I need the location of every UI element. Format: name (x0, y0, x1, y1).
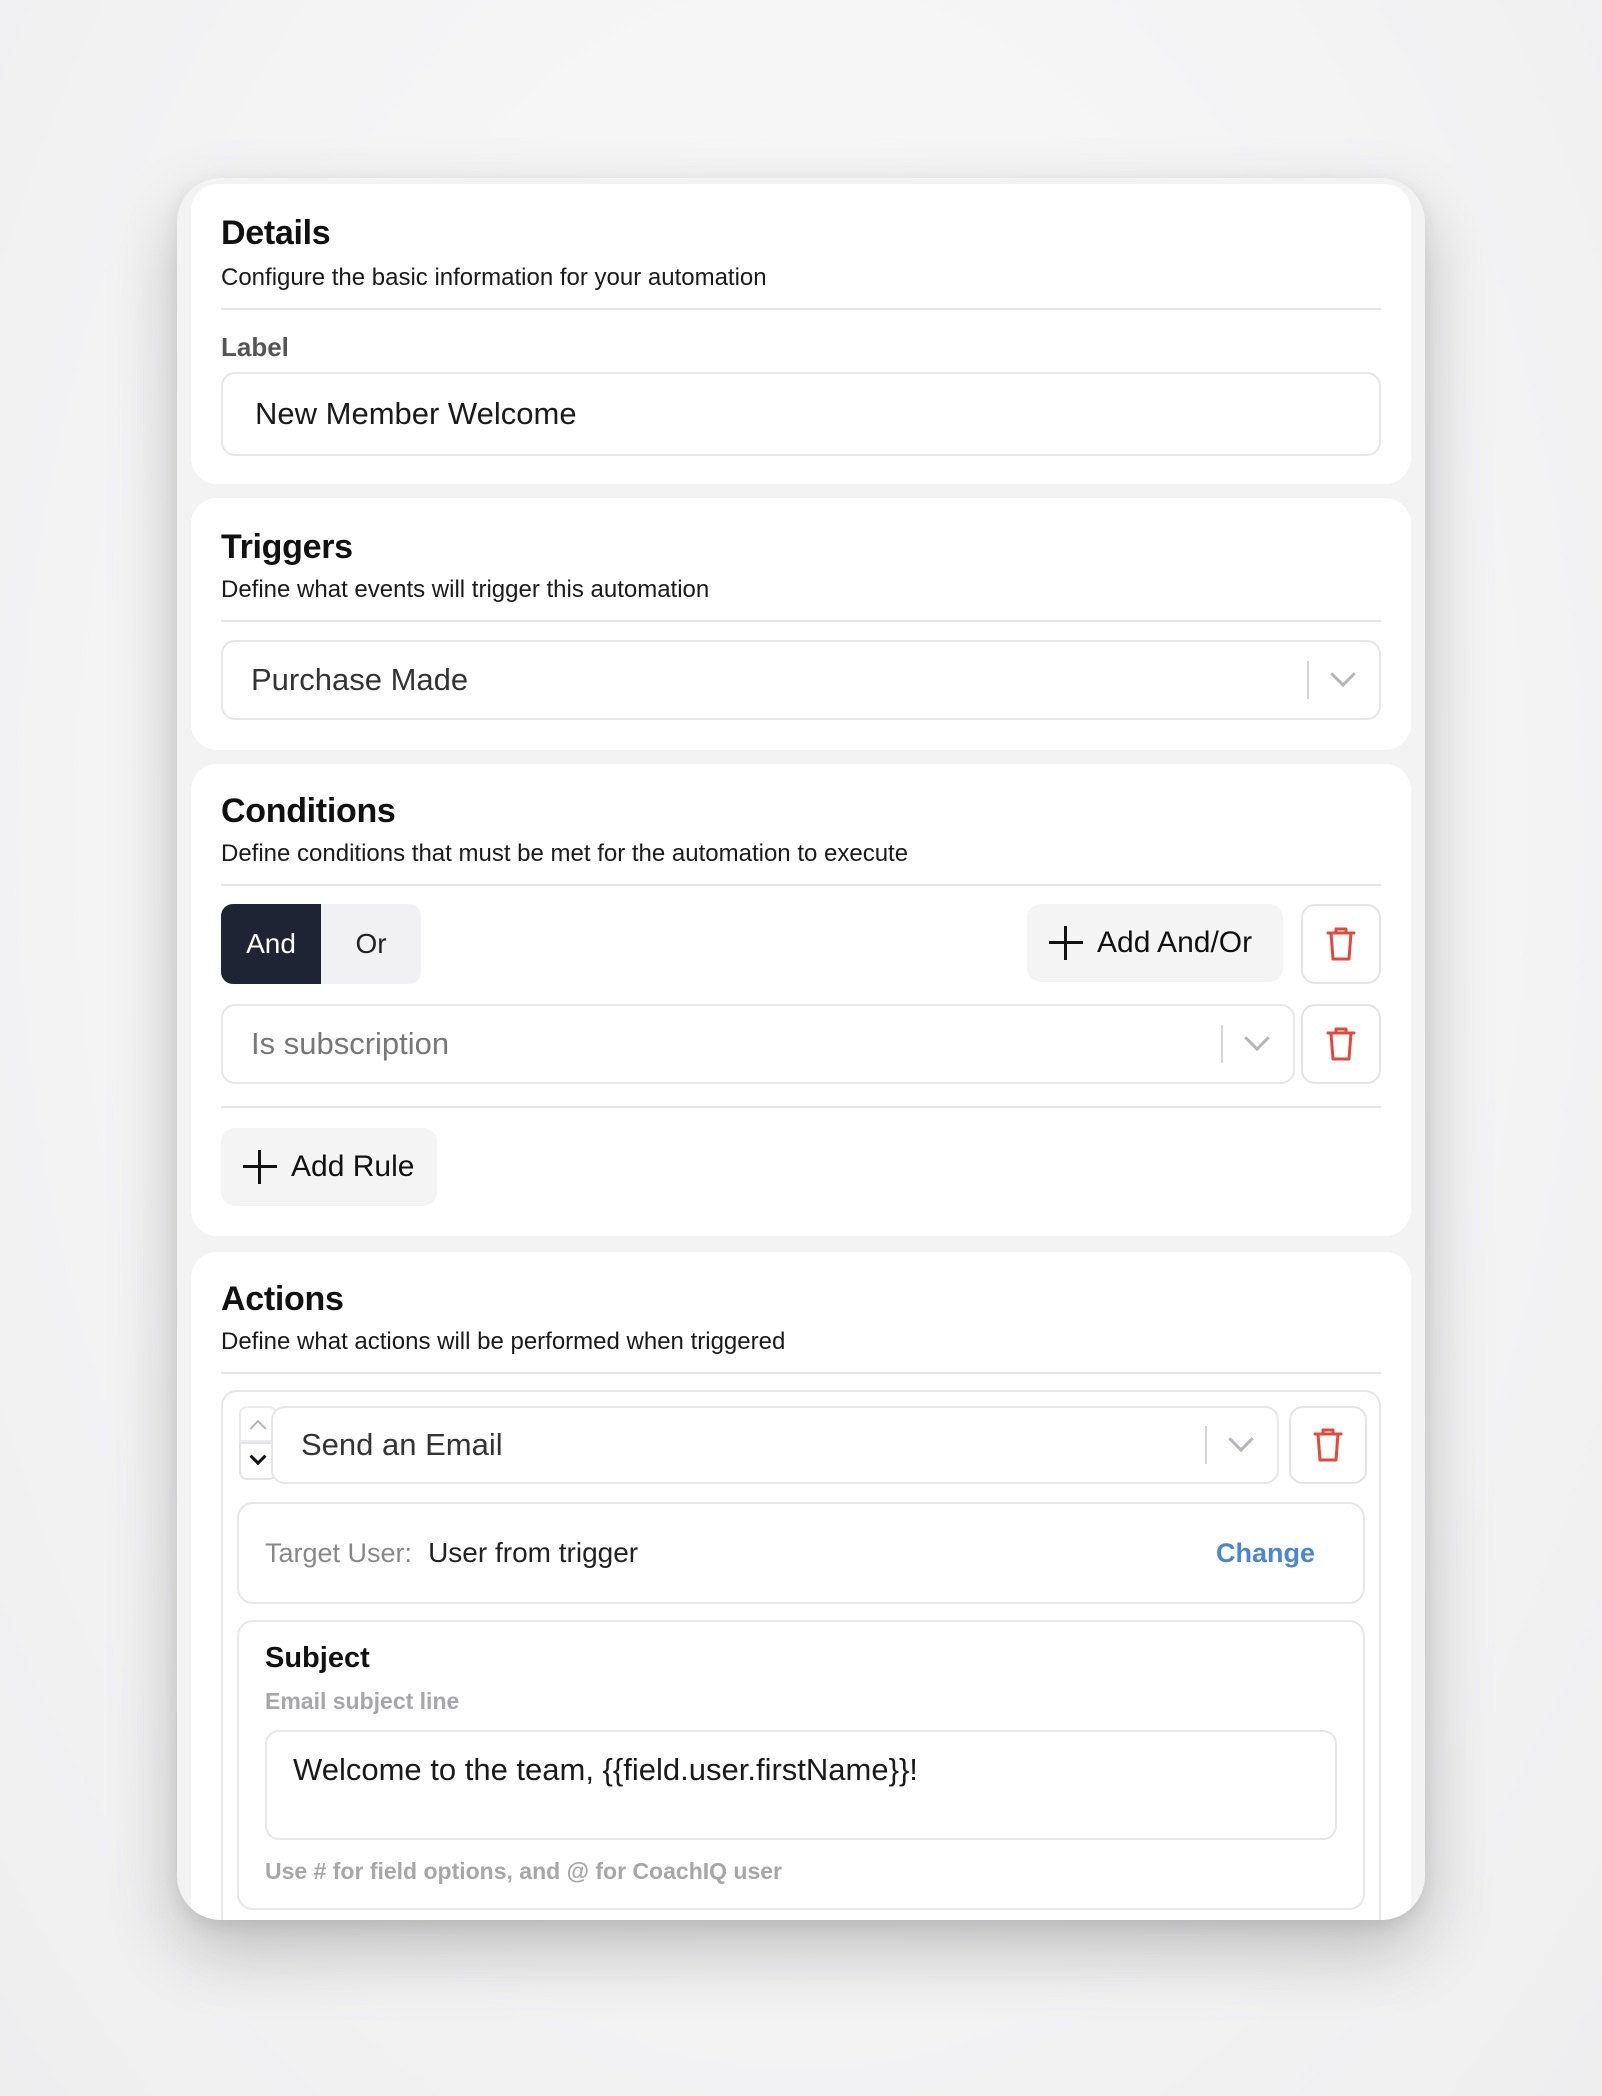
chevron-down-icon (1244, 1025, 1270, 1052)
details-title: Details (221, 214, 331, 252)
logic-and-button[interactable]: And (221, 904, 321, 984)
details-card: Details Configure the basic information … (191, 184, 1411, 484)
logic-toggle: And Or (221, 904, 421, 984)
automation-editor-panel: Details Configure the basic information … (177, 178, 1425, 1920)
add-rule-button[interactable]: Add Rule (221, 1128, 437, 1206)
triggers-divider (221, 620, 1381, 622)
triggers-subtitle: Define what events will trigger this aut… (221, 576, 710, 603)
action-type-select[interactable]: Send an Email (271, 1406, 1279, 1484)
delete-group-button[interactable] (1301, 904, 1381, 984)
label-input-value: New Member Welcome (255, 396, 577, 431)
action-type-value: Send an Email (301, 1427, 503, 1462)
conditions-title: Conditions (221, 792, 396, 830)
rule-select-chevron[interactable] (1221, 1006, 1293, 1082)
delete-rule-button[interactable] (1301, 1004, 1381, 1084)
trigger-select-value: Purchase Made (251, 662, 469, 697)
trash-icon (1326, 1027, 1356, 1061)
action-select-chevron[interactable] (1205, 1408, 1277, 1482)
add-and-or-button[interactable]: Add And/Or (1027, 904, 1283, 982)
label-caption: Label (221, 332, 289, 362)
label-input[interactable]: New Member Welcome (221, 372, 1381, 456)
subject-title: Subject (265, 1642, 370, 1674)
chevron-down-icon (249, 1448, 267, 1466)
target-user-box: Target User: User from trigger Change (237, 1502, 1365, 1604)
plus-icon (243, 1150, 277, 1184)
actions-divider (221, 1372, 1381, 1374)
details-subtitle: Configure the basic information for your… (221, 264, 767, 291)
conditions-card: Conditions Define conditions that must b… (191, 764, 1411, 1236)
plus-icon (1049, 926, 1083, 960)
conditions-divider (221, 884, 1381, 886)
actions-card: Actions Define what actions will be perf… (191, 1252, 1411, 1920)
conditions-subtitle: Define conditions that must be met for t… (221, 840, 909, 867)
rule-select-placeholder: Is subscription (251, 1026, 450, 1061)
subject-box: Subject Email subject line Welcome to th… (237, 1620, 1365, 1910)
triggers-title: Triggers (221, 528, 353, 566)
target-user-value: User from trigger (428, 1537, 639, 1568)
change-target-link[interactable]: Change (1216, 1538, 1315, 1569)
trigger-select[interactable]: Purchase Made (221, 640, 1381, 720)
target-user-label: Target User: (265, 1537, 413, 1568)
chevron-up-icon (249, 1419, 267, 1437)
add-and-or-label: Add And/Or (1097, 926, 1253, 959)
trash-icon (1326, 927, 1356, 961)
delete-action-button[interactable] (1289, 1406, 1367, 1484)
chevron-down-icon (1228, 1426, 1254, 1453)
trigger-select-chevron[interactable] (1307, 642, 1379, 718)
conditions-rule-divider (221, 1106, 1381, 1108)
subject-subtitle: Email subject line (265, 1688, 460, 1714)
add-rule-label: Add Rule (291, 1150, 415, 1183)
actions-title: Actions (221, 1280, 344, 1318)
chevron-down-icon (1330, 661, 1356, 688)
action-item: Send an Email Target User: User from tri… (221, 1390, 1381, 1920)
subject-hint: Use # for field options, and @ for Coach… (265, 1858, 782, 1884)
rule-select[interactable]: Is subscription (221, 1004, 1295, 1084)
triggers-card: Triggers Define what events will trigger… (191, 498, 1411, 750)
actions-subtitle: Define what actions will be performed wh… (221, 1328, 786, 1355)
subject-input[interactable]: Welcome to the team, {{field.user.firstN… (265, 1730, 1337, 1840)
trash-icon (1313, 1428, 1343, 1462)
subject-input-value: Welcome to the team, {{field.user.firstN… (293, 1752, 918, 1787)
details-divider (221, 308, 1381, 310)
logic-or-button[interactable]: Or (321, 904, 421, 984)
